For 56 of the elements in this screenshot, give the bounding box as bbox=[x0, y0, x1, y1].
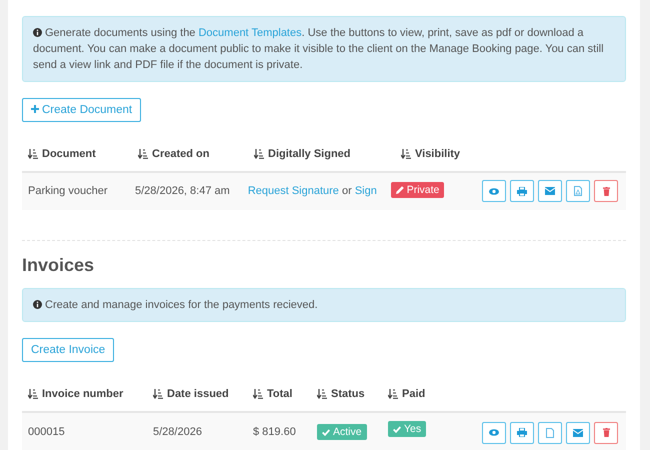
sort-icon[interactable] bbox=[138, 149, 148, 160]
info-message: Generate documents using the Document Templates. Use the buttons to view, print, save as pdf or download a document. You can make a document public to make it visible to the client on the Manage Booking page. You can still send a view link and PDF file if the document is private. bbox=[22, 16, 626, 82]
column-header[interactable]: Status bbox=[311, 378, 382, 411]
envelope-icon bbox=[573, 428, 583, 437]
view-button[interactable] bbox=[482, 180, 506, 202]
print-button[interactable] bbox=[510, 422, 534, 444]
sort-icon[interactable] bbox=[28, 149, 38, 160]
paid-badge: Yes bbox=[388, 421, 426, 438]
column-header[interactable]: Digitally Signed bbox=[248, 138, 395, 170]
column-header[interactable]: Visibility bbox=[395, 138, 495, 170]
pencil-icon bbox=[396, 186, 404, 194]
envelope-icon bbox=[545, 187, 555, 195]
column-header[interactable]: Document bbox=[22, 138, 132, 170]
check-icon bbox=[322, 428, 330, 436]
info-icon bbox=[33, 300, 42, 310]
status-badge: Active bbox=[317, 424, 367, 440]
document-cell-text: Parking voucher bbox=[27, 184, 108, 199]
print-button[interactable] bbox=[510, 180, 534, 202]
date-cell-text: 5/28/2026 bbox=[152, 425, 203, 440]
view-button[interactable] bbox=[482, 422, 506, 444]
column-header[interactable]: Invoice number bbox=[22, 378, 147, 411]
sort-icon[interactable] bbox=[253, 389, 263, 400]
visibility-badge: Private bbox=[390, 182, 444, 198]
sort-icon[interactable] bbox=[388, 389, 398, 400]
email-button[interactable] bbox=[538, 180, 562, 202]
eye-icon bbox=[489, 188, 499, 194]
total-cell-text: $ 819.60 bbox=[252, 425, 297, 440]
separator-text: or bbox=[342, 184, 352, 197]
trash-icon bbox=[602, 186, 610, 196]
delete-button[interactable] bbox=[594, 180, 618, 202]
sort-icon[interactable] bbox=[254, 149, 264, 160]
print-icon bbox=[517, 186, 527, 196]
print-icon bbox=[517, 428, 527, 438]
delete-button[interactable] bbox=[594, 422, 618, 444]
column-header[interactable]: Date issued bbox=[147, 378, 247, 411]
file-icon bbox=[546, 428, 554, 438]
date-cell-text: 5/28/2026, 8:47 am bbox=[134, 184, 231, 199]
column-header[interactable]: Total bbox=[247, 378, 311, 411]
column-header[interactable]: Created on bbox=[132, 138, 248, 170]
column-header[interactable]: Paid bbox=[382, 378, 452, 411]
sort-icon[interactable] bbox=[153, 389, 163, 400]
pdf-file-icon bbox=[574, 186, 582, 196]
trash-icon bbox=[602, 428, 610, 438]
pdf-button[interactable] bbox=[566, 180, 590, 202]
check-icon bbox=[393, 426, 401, 433]
sort-icon[interactable] bbox=[28, 389, 38, 400]
sort-icon[interactable] bbox=[317, 389, 327, 400]
eye-icon bbox=[489, 429, 499, 436]
invoice-number-cell-text: 000015 bbox=[27, 425, 66, 440]
section-heading: Invoices bbox=[22, 254, 96, 276]
email-button[interactable] bbox=[566, 422, 590, 444]
info-icon bbox=[33, 28, 42, 37]
plus-icon bbox=[31, 105, 39, 113]
download-button[interactable] bbox=[538, 422, 562, 444]
sort-icon[interactable] bbox=[401, 149, 411, 160]
info-message: Create and manage invoices for the payments recieved. bbox=[22, 288, 626, 322]
